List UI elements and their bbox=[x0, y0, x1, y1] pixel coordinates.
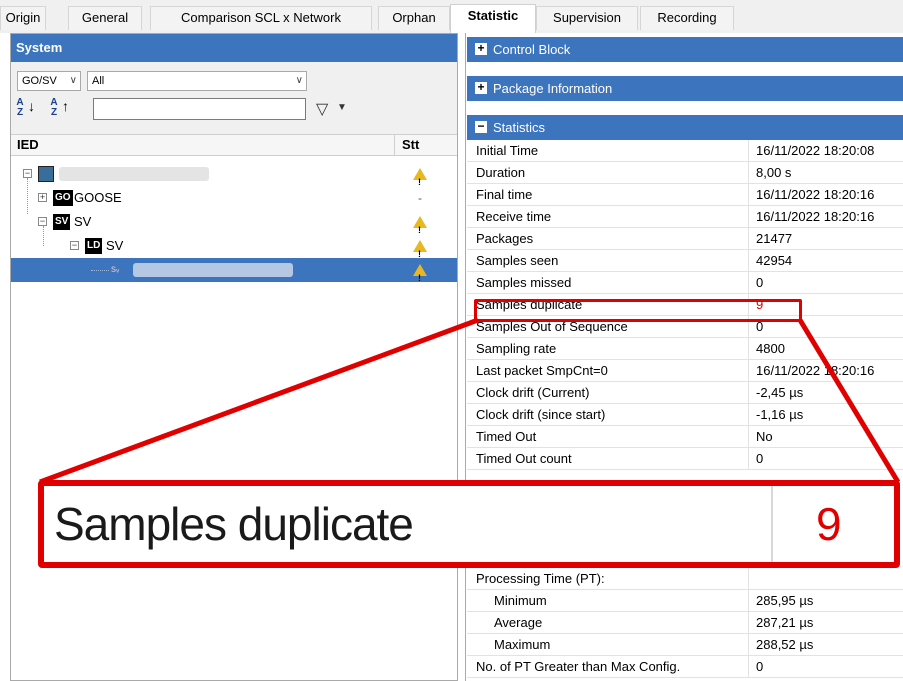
expand-icon[interactable]: + bbox=[475, 42, 487, 55]
tree-item-sv[interactable]: − SV SV bbox=[11, 210, 457, 242]
stat-row: Packages 21477 bbox=[467, 228, 903, 250]
status-cell bbox=[395, 162, 445, 194]
column-ied[interactable]: IED bbox=[17, 135, 39, 155]
collapse-icon[interactable]: − bbox=[70, 241, 79, 250]
warning-icon bbox=[413, 264, 427, 290]
tab-origin[interactable]: Origin bbox=[0, 6, 46, 30]
warning-icon bbox=[413, 240, 427, 266]
stat-row: No. of PT Greater than Max Config. 0 bbox=[467, 656, 903, 678]
stat-row: Samples seen 42954 bbox=[467, 250, 903, 272]
stat-row: Minimum 285,95 µs bbox=[467, 590, 903, 612]
tree-item-goose[interactable]: + GO GOOSE - bbox=[11, 178, 457, 214]
tree-item-ld[interactable]: − LD SV bbox=[11, 226, 457, 266]
arrow-down-icon: ↓ bbox=[28, 98, 35, 114]
ld-badge: LD bbox=[85, 238, 103, 254]
stat-row: Timed Out No bbox=[467, 426, 903, 448]
collapse-icon[interactable]: − bbox=[38, 217, 47, 226]
stat-row: Maximum 288,52 µs bbox=[467, 634, 903, 656]
sort-az-label: A Z bbox=[16, 97, 24, 118]
tab-orphan[interactable]: Orphan bbox=[378, 6, 450, 30]
stat-row: Samples missed 0 bbox=[467, 272, 903, 294]
warning-icon bbox=[413, 216, 427, 242]
stat-row: Duration 8,00 s bbox=[467, 162, 903, 184]
status-cell bbox=[395, 210, 445, 242]
stat-row: Timed Out count 0 bbox=[467, 448, 903, 470]
stat-row: Receive time 16/11/2022 18:20:16 bbox=[467, 206, 903, 228]
sort-descending-button[interactable]: A Z ↑ bbox=[49, 98, 71, 120]
zoom-value: 9 bbox=[816, 498, 842, 550]
highlight-box bbox=[474, 299, 802, 322]
stat-row: Clock drift (since start) -1,16 µs bbox=[467, 404, 903, 426]
system-header: System bbox=[11, 34, 457, 62]
filter-combo[interactable]: All ∨ bbox=[87, 71, 307, 91]
chevron-down-icon: ∨ bbox=[295, 75, 303, 86]
funnel-icon[interactable]: ▽ bbox=[316, 99, 328, 119]
arrow-up-icon: ↑ bbox=[62, 98, 69, 114]
collapse-icon[interactable]: − bbox=[23, 169, 32, 178]
tree-item-stream[interactable]: sᵥ bbox=[11, 258, 457, 290]
status-cell bbox=[395, 258, 445, 290]
expand-icon[interactable]: + bbox=[475, 81, 487, 94]
type-combo[interactable]: GO/SV ∨ bbox=[17, 71, 81, 91]
tab-recording[interactable]: Recording bbox=[640, 6, 734, 30]
tree-label: SV bbox=[106, 238, 124, 253]
tree-label: SV bbox=[74, 214, 92, 229]
stat-row-processing-time: Processing Time (PT): bbox=[467, 568, 903, 590]
details-panel: + Control Block + Package Information − … bbox=[465, 33, 903, 681]
stat-row: Average 287,21 µs bbox=[467, 612, 903, 634]
tree-item-ied[interactable]: − bbox=[11, 162, 457, 194]
redacted-ied-name bbox=[59, 167, 209, 181]
section-control-block[interactable]: + Control Block bbox=[467, 37, 903, 62]
tab-bar: Origin General Comparison SCL x Network … bbox=[0, 0, 903, 33]
goose-badge: GO bbox=[53, 190, 73, 206]
zoom-label: Samples duplicate bbox=[54, 498, 414, 550]
stat-row: Clock drift (Current) -2,45 µs bbox=[467, 382, 903, 404]
collapse-icon[interactable]: − bbox=[475, 120, 487, 133]
filter-combo-value: All bbox=[92, 75, 105, 87]
system-panel: System GO/SV ∨ All ∨ A Z ↓ A Z ↑ ▽ ▼ IED… bbox=[10, 33, 458, 681]
stat-row: Last packet SmpCnt=0 16/11/2022 18:20:16 bbox=[467, 360, 903, 382]
filter-input[interactable] bbox=[93, 98, 306, 120]
stat-row: Final time 16/11/2022 18:20:16 bbox=[467, 184, 903, 206]
sort-ascending-button[interactable]: A Z ↓ bbox=[15, 98, 37, 120]
redacted-stream-name bbox=[133, 263, 293, 277]
sort-za-label: A Z bbox=[50, 97, 58, 118]
chevron-down-icon: ∨ bbox=[69, 75, 77, 86]
stat-row: Initial Time 16/11/2022 18:20:08 bbox=[467, 140, 903, 162]
type-combo-value: GO/SV bbox=[22, 75, 57, 87]
sv-stream-icon: sᵥ bbox=[111, 264, 120, 275]
sv-badge: SV bbox=[53, 214, 71, 230]
zoom-divider bbox=[771, 486, 773, 562]
ied-device-icon bbox=[38, 166, 54, 182]
tab-supervision[interactable]: Supervision bbox=[536, 6, 638, 30]
tab-statistic[interactable]: Statistic bbox=[450, 4, 536, 33]
tree-label: GOOSE bbox=[74, 190, 122, 205]
status-cell: - bbox=[418, 191, 422, 205]
tree-header: IED Stt bbox=[11, 134, 457, 156]
expand-icon[interactable]: + bbox=[38, 193, 47, 202]
tab-comparison[interactable]: Comparison SCL x Network bbox=[150, 6, 372, 30]
section-statistics[interactable]: − Statistics bbox=[467, 115, 903, 140]
tab-general[interactable]: General bbox=[68, 6, 142, 30]
status-cell bbox=[395, 234, 445, 266]
chevron-down-icon[interactable]: ▼ bbox=[337, 102, 347, 113]
zoom-callout: Samples duplicate 9 bbox=[38, 480, 900, 568]
stat-row: Sampling rate 4800 bbox=[467, 338, 903, 360]
warning-icon bbox=[413, 168, 427, 194]
section-package-information[interactable]: + Package Information bbox=[467, 76, 903, 101]
column-stt[interactable]: Stt bbox=[394, 135, 446, 155]
